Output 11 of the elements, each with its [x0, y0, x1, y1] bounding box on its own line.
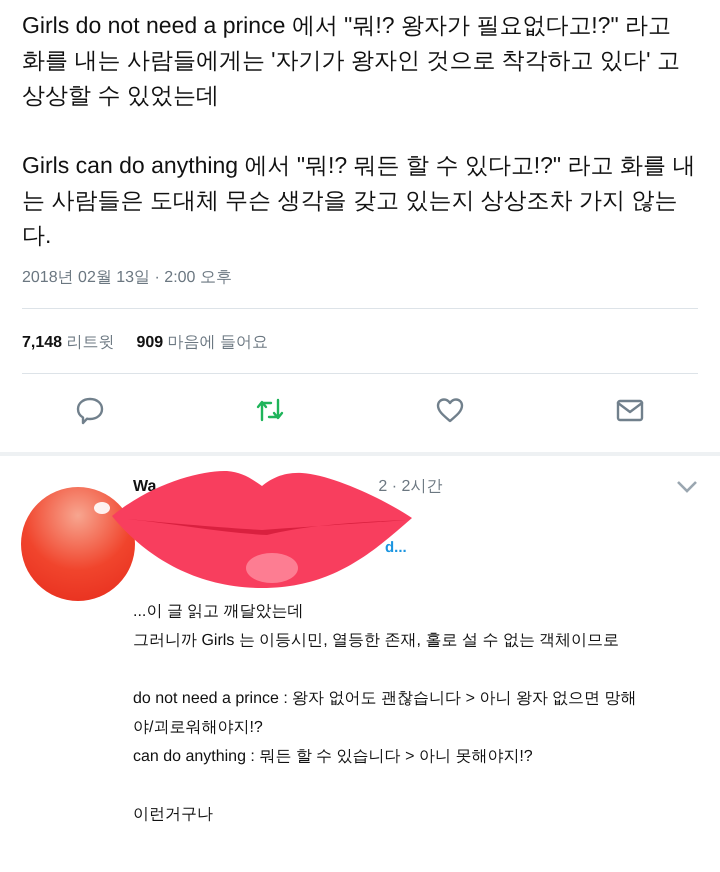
- reply-text: do not need a prince : 왕자 없어도 괜찮습니다 > 아니 왕자 없으면 망해야/괴로워해야지!? can do anything : 뭐든 할 수 있습니다 > 아니 못해야지!?: [133, 689, 638, 767]
- timestamp: 2018년 02월 13일 · 2:00 오후: [22, 268, 233, 288]
- tweet-text: Girls do not need a prince 에서 "뭐!? 왕자가 필요없다고!?" 라고 화를 내는 사람들에게는 '자기가 왕자인 것으로 착각하고 있다' 고 상상할 수 있었는데: [22, 11, 681, 110]
- chevron-down-icon[interactable]: [676, 480, 698, 494]
- stat-link[interactable]: 7,148 리트윗: [22, 332, 114, 353]
- user-name[interactable]: Wa: [133, 478, 156, 496]
- reply-text: ...이 글 읽고 깨달았는데 그러니까 Girls 는 이등시민, 열등한 존재, 홀로 설 수 없는 객체이므로: [133, 602, 620, 651]
- handle-time: 2 · 2시간: [378, 477, 442, 497]
- stat-link[interactable]: 909 마음에 들어요: [136, 332, 268, 353]
- reply-text: 이런거구나: [133, 805, 214, 825]
- tweet-text: Girls can do anything 에서 "뭐!? 뭐든 할 수 있다고!?" 라고 화를 내는 사람들은 도대체 무슨 생각을 갖고 있는지 상상조차 가지 않는다.: [22, 151, 696, 250]
